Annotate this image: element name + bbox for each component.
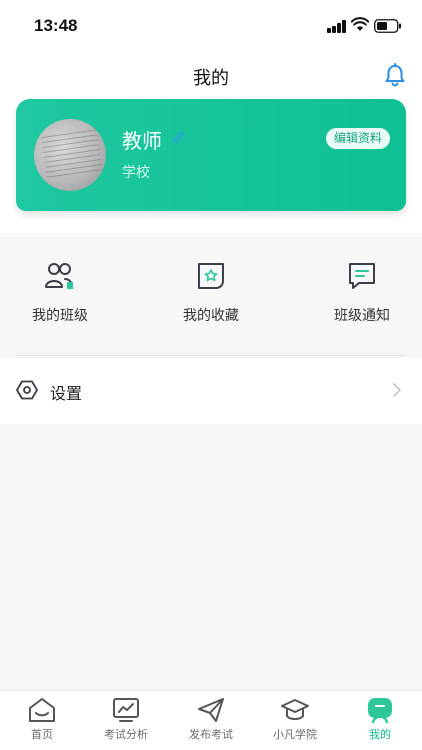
avatar[interactable] xyxy=(34,119,106,191)
tab-publish-exam-label: 发布考试 xyxy=(189,728,233,741)
class-users-icon xyxy=(45,263,73,289)
tab-analysis-label: 考试分析 xyxy=(104,728,148,741)
quick-actions: 我的班级 我的收藏 班级通知 xyxy=(0,233,422,353)
settings-hexagon-icon xyxy=(16,380,38,400)
tab-publish-exam[interactable]: 发布考试 xyxy=(169,696,253,742)
home-icon xyxy=(29,698,55,722)
my-classes-label: 我的班级 xyxy=(32,308,88,324)
my-favorites-button[interactable]: 我的收藏 xyxy=(161,261,261,325)
divider xyxy=(16,355,406,356)
class-notice-label: 班级通知 xyxy=(334,308,390,324)
battery-icon xyxy=(374,19,401,33)
analysis-icon xyxy=(113,698,139,722)
tab-academy[interactable]: 小凡学院 xyxy=(253,696,337,742)
status-bar: 13:48 xyxy=(0,0,422,50)
notification-bell-icon[interactable] xyxy=(384,63,406,87)
class-notice-button[interactable]: 班级通知 xyxy=(312,261,412,325)
tab-mine-label: 我的 xyxy=(369,728,391,741)
settings-label: 设置 xyxy=(50,384,83,403)
tab-home[interactable]: 首页 xyxy=(0,696,84,742)
chevron-right-icon xyxy=(393,383,401,397)
signal-icon xyxy=(327,20,347,33)
tab-academy-label: 小凡学院 xyxy=(273,728,317,741)
notice-chat-icon xyxy=(349,263,375,289)
edit-pencil-icon[interactable] xyxy=(172,130,186,144)
graduation-cap-icon xyxy=(281,699,309,720)
settings-row[interactable]: 设置 xyxy=(0,358,422,424)
tab-mine[interactable]: 我的 xyxy=(338,696,422,742)
profile-name: 教师 xyxy=(122,129,162,153)
page-title: 我的 xyxy=(193,68,229,89)
profile-school: 学校 xyxy=(122,165,150,181)
tab-analysis[interactable]: 考试分析 xyxy=(84,696,168,742)
my-favorites-label: 我的收藏 xyxy=(183,308,239,324)
profile-face-icon xyxy=(368,698,392,724)
tab-bar: 首页 考试分析 发布考试 小凡学院 我的 xyxy=(0,690,422,750)
my-classes-button[interactable]: 我的班级 xyxy=(10,261,110,325)
tab-home-label: 首页 xyxy=(31,728,53,741)
paper-plane-icon xyxy=(198,698,224,722)
wifi-icon xyxy=(351,17,369,31)
status-time: 13:48 xyxy=(34,16,78,35)
favorites-star-icon xyxy=(198,263,224,289)
profile-card[interactable]: 教师 学校 编辑资料 xyxy=(16,99,406,211)
edit-profile-button[interactable]: 编辑资料 xyxy=(326,128,391,149)
